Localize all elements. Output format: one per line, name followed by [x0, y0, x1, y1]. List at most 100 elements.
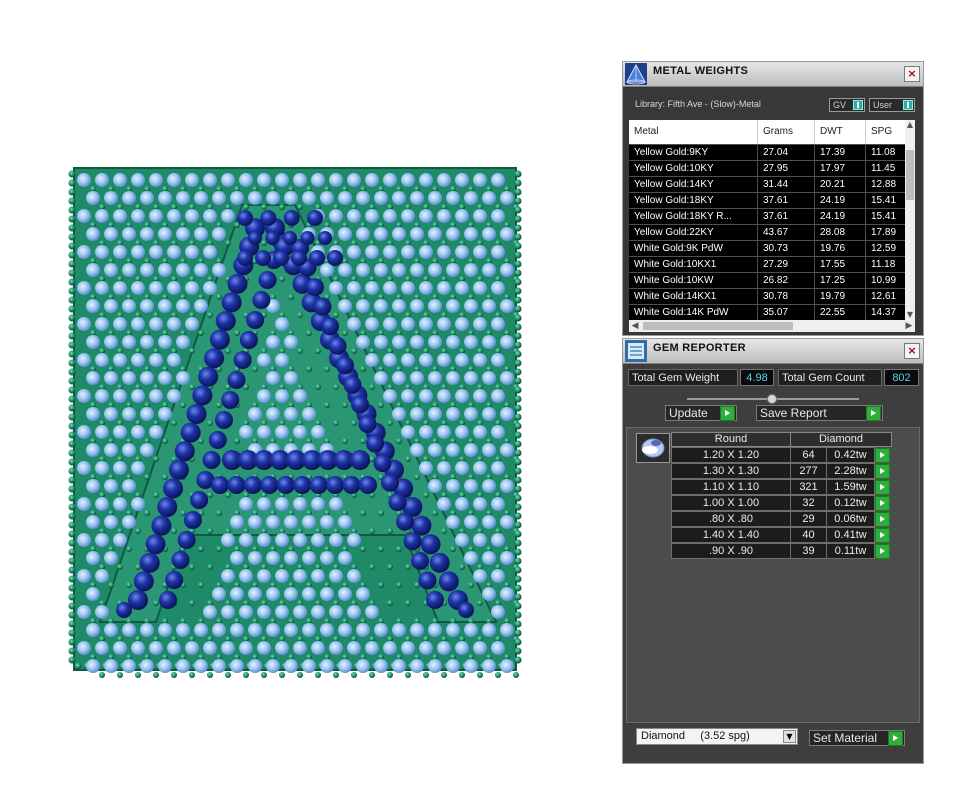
prong-bead: [189, 672, 195, 678]
table-row[interactable]: Yellow Gold:22KY 43.67 28.08 17.89: [629, 224, 907, 240]
vertical-scrollbar[interactable]: ▲ ▼: [905, 120, 915, 320]
table-row[interactable]: Yellow Gold:9KY 27.04 17.39 11.08: [629, 144, 907, 160]
set-material-button[interactable]: Set Material: [809, 730, 905, 746]
pave-gem: [113, 497, 127, 511]
table-cell: 37.61: [758, 209, 815, 224]
prong-bead: [198, 582, 204, 588]
pave-gem: [392, 191, 406, 205]
pave-gem: [194, 299, 208, 313]
pave-gem: [131, 173, 145, 187]
prong-bead: [333, 420, 339, 426]
edge-bead: [68, 215, 76, 223]
edge-bead: [68, 314, 76, 322]
pave-gem: [248, 515, 262, 529]
pave-gem: [410, 191, 424, 205]
scroll-thumb[interactable]: [643, 322, 793, 330]
user-toggle[interactable]: User: [869, 98, 915, 112]
column-header-grams[interactable]: Grams: [758, 120, 815, 144]
letter-gem: [211, 476, 229, 494]
prong-bead: [126, 582, 132, 588]
prong-bead: [297, 672, 303, 678]
scroll-thumb[interactable]: [906, 150, 914, 200]
table-row[interactable]: White Gold:10KW 26.82 17.25 10.99: [629, 272, 907, 288]
pave-gem: [239, 569, 253, 583]
pave-gem: [113, 317, 127, 331]
table-row[interactable]: White Gold:10KX1 27.29 17.55 11.18: [629, 256, 907, 272]
scroll-left-icon[interactable]: ◀: [629, 320, 641, 332]
letter-gem: [381, 473, 399, 492]
pave-gem: [275, 533, 289, 547]
prong-bead: [369, 384, 375, 390]
column-header-dwt[interactable]: DWT: [815, 120, 866, 144]
chevron-down-icon[interactable]: ▼: [783, 730, 796, 743]
table-row[interactable]: Yellow Gold:10KY 27.95 17.97 11.45: [629, 160, 907, 176]
close-icon[interactable]: ×: [904, 343, 920, 359]
letter-gem: [276, 476, 295, 494]
play-arrow-icon[interactable]: [875, 464, 890, 479]
pave-gem: [365, 281, 379, 295]
table-row[interactable]: White Gold:14KX1 30.78 19.79 12.61: [629, 288, 907, 304]
table-row[interactable]: Yellow Gold:18KY 37.61 24.19 15.41: [629, 192, 907, 208]
pave-gem: [149, 425, 163, 439]
horizontal-scrollbar[interactable]: ◀ ▶: [629, 320, 915, 332]
gem-shape-thumbnail[interactable]: [636, 433, 670, 463]
pave-gem: [356, 227, 370, 241]
pave-gem: [491, 173, 505, 187]
pave-gem: [293, 389, 307, 403]
play-arrow-icon[interactable]: [875, 480, 890, 495]
pave-gem: [131, 641, 145, 655]
edge-bead: [68, 296, 76, 304]
close-icon[interactable]: ×: [904, 66, 920, 82]
edge-bead: [68, 422, 76, 430]
gem-slider[interactable]: [687, 394, 859, 404]
prong-bead: [180, 510, 186, 516]
pave-letter-a-model[interactable]: [60, 160, 530, 680]
update-button[interactable]: Update: [665, 405, 737, 421]
table-row[interactable]: White Gold:9K PdW 30.73 19.76 12.59: [629, 240, 907, 256]
column-header-spg[interactable]: SPG: [866, 120, 907, 144]
prong-bead: [171, 420, 177, 426]
play-arrow-icon[interactable]: [875, 448, 890, 463]
pave-gem: [347, 209, 361, 223]
pave-gem: [500, 479, 514, 493]
prong-bead: [108, 582, 114, 588]
pave-gem: [482, 659, 496, 673]
total-gem-count-label: Total Gem Count: [778, 369, 882, 386]
edge-bead: [68, 539, 76, 547]
pave-gem: [491, 533, 505, 547]
metal-weights-titlebar[interactable]: METAL WEIGHTS ×: [623, 62, 923, 87]
pave-gem: [257, 605, 271, 619]
letter-gem: [246, 311, 265, 329]
table-row[interactable]: White Gold:14K PdW 35.07 22.55 14.37: [629, 304, 907, 320]
pave-gem: [374, 659, 388, 673]
column-header-metal[interactable]: Metal: [629, 120, 758, 144]
table-cell: White Gold:9K PdW: [629, 241, 758, 256]
table-row[interactable]: Yellow Gold:14KY 31.44 20.21 12.88: [629, 176, 907, 192]
model-viewport[interactable]: [60, 160, 530, 680]
edge-bead: [68, 170, 76, 178]
edge-bead: [68, 485, 76, 493]
gem-reporter-titlebar[interactable]: GEM REPORTER ×: [623, 339, 923, 364]
scroll-right-icon[interactable]: ▶: [903, 320, 915, 332]
pave-gem: [437, 497, 451, 511]
table-row[interactable]: Yellow Gold:18KY R... 37.61 24.19 15.41: [629, 208, 907, 224]
pave-gem: [149, 317, 163, 331]
play-arrow-icon[interactable]: [875, 528, 890, 543]
pave-gem: [122, 191, 136, 205]
pave-gem: [455, 497, 469, 511]
play-arrow-icon[interactable]: [875, 512, 890, 527]
gv-toggle[interactable]: GV: [829, 98, 865, 112]
scroll-up-icon[interactable]: ▲: [905, 120, 915, 130]
play-arrow-icon[interactable]: [875, 544, 890, 559]
pave-gem: [266, 659, 280, 673]
scroll-down-icon[interactable]: ▼: [905, 310, 915, 320]
pave-gem: [491, 425, 505, 439]
pave-gem: [266, 335, 280, 349]
slider-knob[interactable]: [767, 394, 777, 404]
play-arrow-icon[interactable]: [875, 496, 890, 511]
column-header-material: Diamond: [790, 432, 892, 447]
save-report-button[interactable]: Save Report: [756, 405, 883, 421]
material-select[interactable]: Diamond (3.52 spg) ▼: [636, 728, 798, 745]
pave-gem: [500, 659, 514, 673]
pave-gem: [329, 569, 343, 583]
